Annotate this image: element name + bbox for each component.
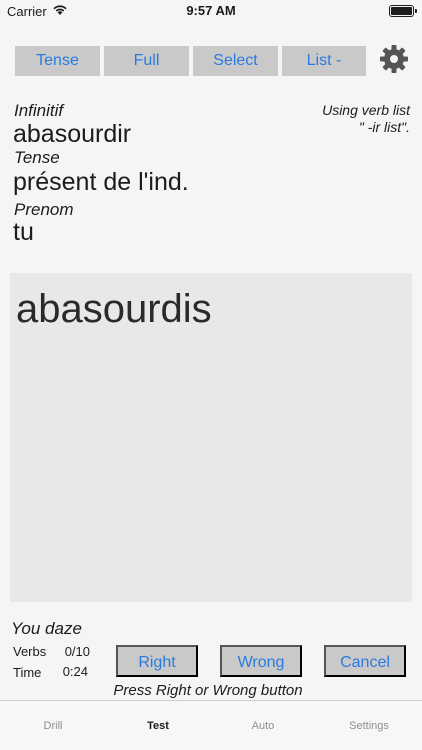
tense-label: Tense <box>14 148 60 167</box>
tense-button[interactable]: Tense <box>15 46 100 76</box>
verbs-label: Verbs <box>13 644 47 659</box>
verb-list-line2: " -ir list". <box>358 119 410 135</box>
tab-settings[interactable]: Settings <box>329 720 409 732</box>
answer-box[interactable]: abasourdis <box>10 273 412 602</box>
tab-bar: Drill Test Auto Settings <box>0 700 422 750</box>
verb-list-note: Using verb list " -ir list". <box>322 102 410 136</box>
prenom-value: tu <box>13 218 34 246</box>
wrong-button[interactable]: Wrong <box>220 645 302 677</box>
meaning-text: You daze <box>11 619 82 638</box>
infinitif-label: Infinitif <box>14 101 64 120</box>
time-value: 0:24 <box>62 664 88 679</box>
answer-text: abasourdis <box>16 287 212 331</box>
tab-auto[interactable]: Auto <box>223 720 303 732</box>
verb-list-line1: Using verb list <box>322 102 410 118</box>
infinitif-value: abasourdir <box>13 120 132 148</box>
hint-text: Press Right or Wrong button <box>113 682 303 699</box>
time-label: Time <box>13 665 42 680</box>
battery-icon <box>389 5 417 17</box>
full-button[interactable]: Full <box>104 46 189 76</box>
list-button[interactable]: List - <box>282 46 366 76</box>
right-button[interactable]: Right <box>116 645 198 677</box>
tab-drill[interactable]: Drill <box>13 720 93 732</box>
prenom-label: Prenom <box>14 200 74 219</box>
gear-icon[interactable] <box>378 43 410 75</box>
tense-value: présent de l'ind. <box>13 168 189 196</box>
select-button[interactable]: Select <box>193 46 278 76</box>
verbs-value: 0/10 <box>64 644 90 659</box>
status-bar: Carrier 9:57 AM <box>0 0 422 22</box>
cancel-button[interactable]: Cancel <box>324 645 406 677</box>
tab-test[interactable]: Test <box>118 720 198 732</box>
clock: 9:57 AM <box>186 3 236 18</box>
